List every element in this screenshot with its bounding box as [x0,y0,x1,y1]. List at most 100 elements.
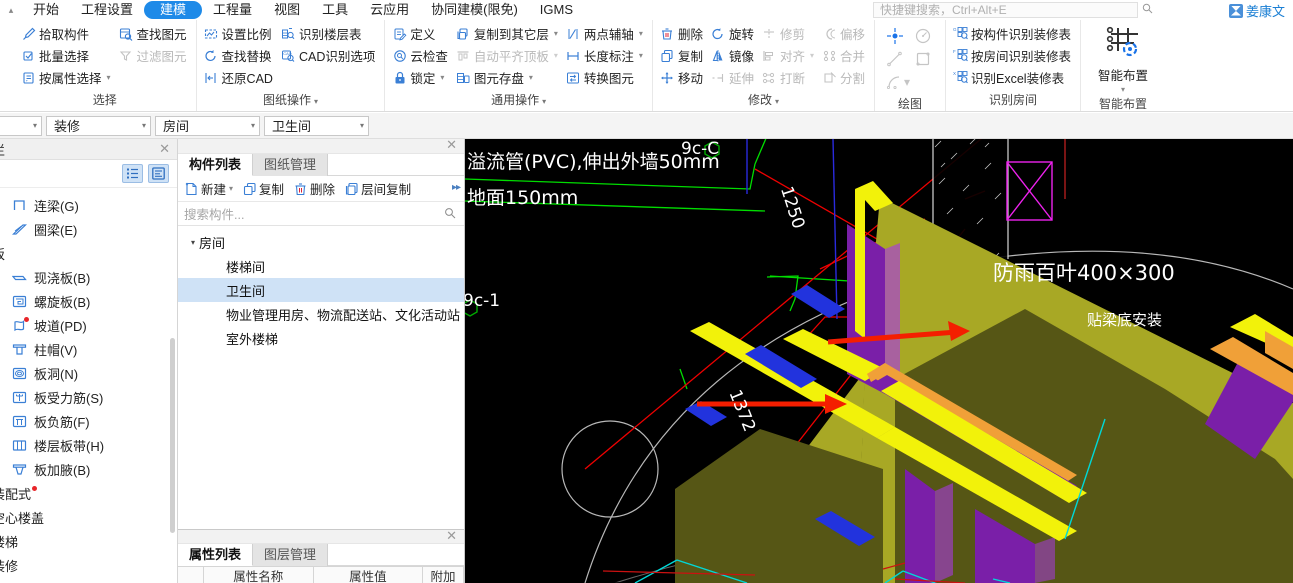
copy-between-floors-button[interactable]: 层间复制 [340,178,416,200]
chevron-down-icon[interactable]: ▾ [639,51,643,60]
tree-category-prefab[interactable]: 装配式 [0,481,177,505]
ribbon-button-copy[interactable]: 复制 [657,45,708,66]
list-item-outdoor-stair[interactable]: 室外楼梯 [178,326,464,350]
menu-item-4[interactable]: 视图 [263,1,311,19]
tab-layer-management[interactable]: 图层管理 [253,544,329,566]
ribbon-button-cloud-check[interactable]: 云检查 [389,45,453,66]
chevron-down-icon[interactable]: ▾ [904,75,910,89]
ribbon-button-define[interactable]: 定义 [389,23,453,44]
navigation-scrollbar[interactable] [170,338,175,533]
menu-item-8[interactable]: IGMS [529,1,584,19]
chevron-down-icon[interactable]: ▾ [542,97,546,106]
menu-item-7[interactable]: 协同建模(限免) [420,1,529,19]
ribbon-button-rotate[interactable]: 旋转 [708,23,759,44]
ribbon-button-recognize-decoration-by-component[interactable]: G 按构件识别装修表 [950,23,1076,44]
tree-item-ring-beam[interactable]: 圈梁(E) [0,217,177,241]
draw-tool-point[interactable] [883,25,907,46]
menu-item-0[interactable]: 开始 [22,1,70,19]
smart-layout-button[interactable]: 智能布置 ▾ [1085,23,1161,94]
chevron-down-icon[interactable]: ▾ [360,121,364,130]
tree-item-floor-slab-band[interactable]: 楼层板带(H) [0,433,177,457]
tree-item-ramp[interactable]: 坡道(PD) [0,313,177,337]
ribbon-button-recognize-floor-table[interactable]: 识别楼层表 [278,23,380,44]
tree-category-decoration[interactable]: 装修 [0,553,177,574]
tree-category-hollow-floor[interactable]: 空心楼盖 [0,505,177,529]
search-icon[interactable] [1142,3,1153,14]
tree-category-slab[interactable]: 板 [0,241,177,265]
menu-item-2[interactable]: 建模 [144,1,203,19]
chevron-down-icon[interactable]: ▾ [142,121,146,130]
ribbon-button-batch-select[interactable]: 批量选择 [18,45,116,66]
draw-tool-arc[interactable]: ▾ [883,71,925,92]
ribbon-button-move[interactable]: 移动 [657,67,708,88]
chevron-down-icon[interactable]: ▾ [33,121,37,130]
tab-drawing-management[interactable]: 图纸管理 [253,154,329,176]
new-button[interactable]: 新建 ▾ [180,178,238,200]
tree-category-stair[interactable]: 楼梯 [0,529,177,553]
list-item-stairwell[interactable]: 楼梯间 [178,254,464,278]
shortcut-search-input[interactable]: 快捷键搜索，Ctrl+Alt+E [873,2,1138,18]
ribbon-button-find-replace[interactable]: 查找替换 [201,45,278,66]
tree-item-column-cap[interactable]: 柱帽(V) [0,337,177,361]
ribbon-button-save-element[interactable]: 图元存盘 ▾ [453,67,563,88]
ribbon-button-copy-to-other-floor[interactable]: 复制到其它层 ▾ [453,23,563,44]
menu-item-3[interactable]: 工程量 [202,1,263,19]
dropdown-discipline[interactable]: 装修 ▾ [46,115,151,136]
chevron-down-icon[interactable]: ▾ [440,73,444,82]
tree-group-room[interactable]: ▾ 房间 [178,230,464,254]
more-arrows-icon[interactable]: ▸▸ [452,182,461,193]
ribbon-button-mirror[interactable]: 镜像 [708,45,759,66]
close-icon[interactable]: ✕ [446,137,457,153]
dropdown-category[interactable]: 房间 ▾ [155,115,260,136]
ribbon-button-pick-component[interactable]: 拾取构件 [18,23,116,44]
user-account[interactable]: 姜康文 [1228,1,1285,20]
detail-view-icon[interactable] [148,164,169,183]
ribbon-button-recognize-excel-decoration[interactable]: X 识别Excel装修表 [950,67,1076,88]
chevron-down-icon[interactable]: ▾ [251,121,255,130]
close-icon[interactable]: ✕ [159,141,170,157]
ribbon-button-find-element[interactable]: 查找图元 [116,23,192,44]
ribbon-button-length-dimension[interactable]: 长度标注 ▾ [563,45,648,66]
model-viewport[interactable]: 溢流管(PVC),伸出外墙50mm 地面150mm 9c-C 9c-1 1250… [465,139,1293,583]
list-item-bathroom[interactable]: 卫生间 [178,278,464,302]
dropdown-component[interactable]: 卫生间 ▾ [264,115,369,136]
chevron-down-icon[interactable]: ▾ [229,184,233,193]
ribbon-button-select-by-attribute[interactable]: 按属性选择 ▾ [18,67,116,88]
chevron-down-icon[interactable]: ▾ [775,97,779,106]
ribbon-button-two-point-aux-axis[interactable]: 两点辅轴 ▾ [563,23,648,44]
ribbon-button-restore-cad[interactable]: 还原CAD [201,67,278,88]
search-input[interactable]: 搜索构件... [184,204,244,223]
chevron-down-icon[interactable]: ▾ [529,73,533,82]
copy-button[interactable]: 复制 [238,178,289,200]
tree-item-coupling-beam[interactable]: 连梁(G) [0,193,177,217]
menu-item-1[interactable]: 工程设置 [70,1,144,19]
ribbon-button-set-scale[interactable]: 设置比例 [201,23,278,44]
chevron-down-icon[interactable]: ▾ [314,97,318,106]
chevron-down-icon[interactable]: ▾ [191,238,195,247]
tree-item-slab-haunch[interactable]: 板加腋(B) [0,457,177,481]
tree-item-slab-negative-rebar[interactable]: 板负筋(F) [0,409,177,433]
chevron-down-icon[interactable]: ▾ [554,29,558,38]
menu-item-5[interactable]: 工具 [311,1,359,19]
close-icon[interactable]: ✕ [446,528,457,544]
ribbon-button-convert-element[interactable]: 转换图元 [563,67,648,88]
delete-button[interactable]: 删除 [289,178,340,200]
ribbon-button-delete[interactable]: 删除 [657,23,708,44]
collapse-ribbon-icon[interactable]: ▴ [0,0,22,20]
tree-item-spiral-slab[interactable]: 螺旋板(B) [0,289,177,313]
chevron-down-icon[interactable]: ▾ [639,29,643,38]
tab-property-list[interactable]: 属性列表 [178,544,254,566]
tree-item-slab-main-rebar[interactable]: 板受力筋(S) [0,385,177,409]
draw-tool-line[interactable] [883,48,907,69]
tree-item-cast-slab[interactable]: 现浇板(B) [0,265,177,289]
tree-item-slab-hole[interactable]: 板洞(N) [0,361,177,385]
draw-tool-rectangle[interactable] [911,48,935,69]
chevron-down-icon[interactable]: ▾ [107,73,111,82]
ribbon-button-lock[interactable]: 锁定 ▾ [389,67,453,88]
menu-item-6[interactable]: 云应用 [359,1,420,19]
draw-tool-circle[interactable] [911,25,935,46]
dropdown-project[interactable]: 程 ▾ [0,115,42,136]
tab-component-list[interactable]: 构件列表 [178,154,254,176]
search-icon[interactable] [444,207,456,219]
list-view-icon[interactable] [122,164,143,183]
